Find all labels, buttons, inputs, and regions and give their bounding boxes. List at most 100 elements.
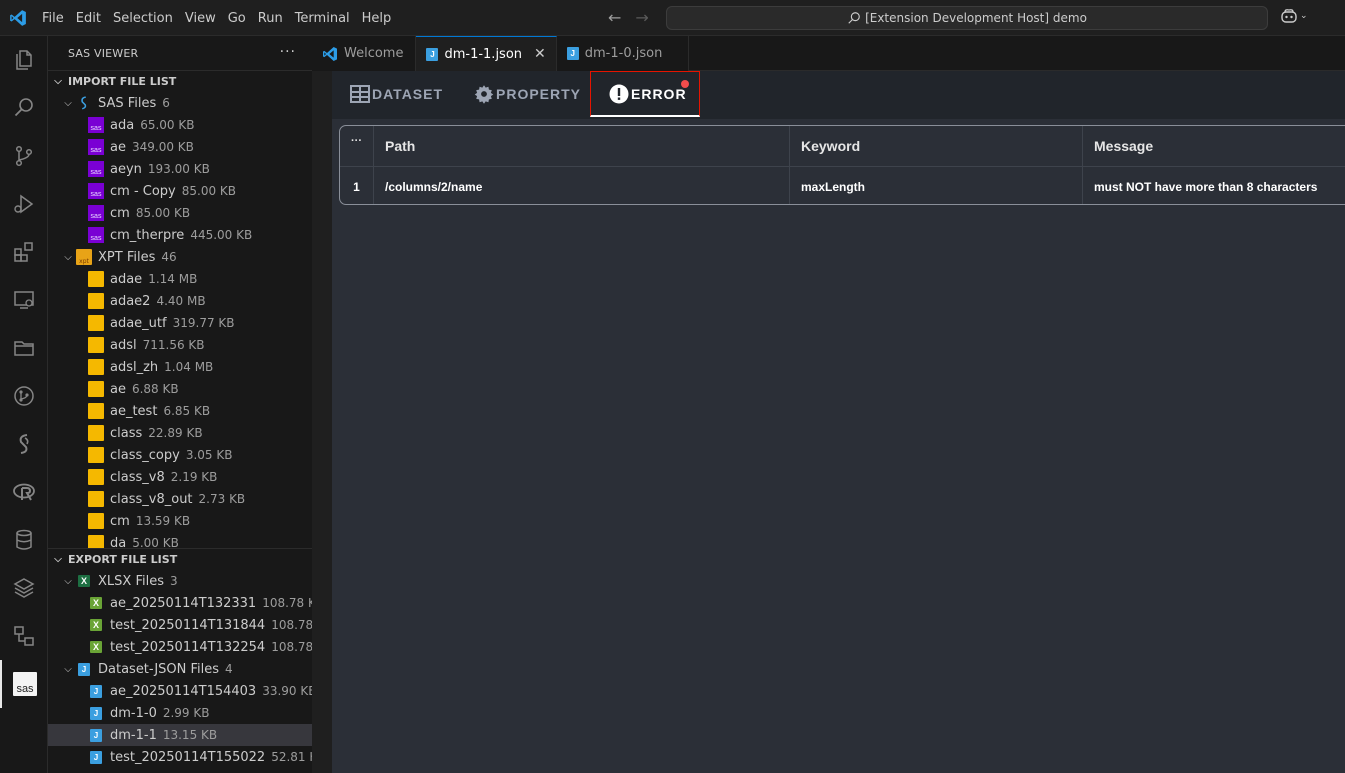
menu-view[interactable]: View: [179, 11, 222, 26]
xpt-file-icon: [88, 337, 104, 353]
workflow-icon[interactable]: [0, 612, 48, 660]
xpt-file-icon: [88, 359, 104, 375]
file-size: 13.15 KB: [162, 728, 218, 742]
file-name: class: [110, 425, 143, 441]
r-icon[interactable]: [0, 468, 48, 516]
file-item[interactable]: adsl_zh 1.04 MB: [48, 356, 312, 378]
tab-dm-1-0-json[interactable]: J dm-1-0.json: [556, 36, 690, 71]
xlsx-files-count: 3: [169, 574, 178, 588]
file-item[interactable]: Jtest_20250114T155022 52.81 KB: [48, 746, 312, 768]
sas-files-group[interactable]: ⌵ SAS Files 6: [48, 92, 312, 114]
close-icon[interactable]: ✕: [534, 46, 546, 62]
folder-icon[interactable]: [0, 324, 48, 372]
tab-dataset[interactable]: DATASET: [350, 71, 443, 117]
row-menu-button[interactable]: ···: [340, 126, 374, 166]
forward-arrow-icon[interactable]: →: [635, 8, 648, 27]
menu-run[interactable]: Run: [252, 11, 289, 26]
file-item[interactable]: class 22.89 KB: [48, 422, 312, 444]
tab-dm-1-1-json[interactable]: J dm-1-1.json ✕: [416, 36, 557, 71]
column-header-message[interactable]: Message: [1083, 126, 1345, 166]
file-size: 2.19 KB: [170, 470, 218, 484]
column-header-keyword[interactable]: Keyword: [790, 126, 1083, 166]
import-section-header[interactable]: ⌵ IMPORT FILE LIST: [48, 70, 312, 92]
sas-icon[interactable]: [0, 420, 48, 468]
tab-welcome[interactable]: Welcome: [312, 36, 417, 71]
xlsx-files-group[interactable]: ⌵ X XLSX Files 3: [48, 570, 312, 592]
error-table: ··· Path Keyword Message 1 /columns/2/na…: [339, 125, 1345, 205]
json-files-label: Dataset-JSON Files: [98, 661, 220, 677]
xpt-files-count: 46: [161, 250, 177, 264]
json-file-icon: J: [90, 684, 102, 698]
cell-message[interactable]: must NOT have more than 8 characters: [1083, 167, 1345, 204]
file-size: 108.78 KB: [262, 596, 312, 610]
file-item[interactable]: da 5.00 KB: [48, 532, 312, 548]
explorer-icon[interactable]: [0, 36, 48, 84]
file-size: 5.00 KB: [132, 536, 179, 548]
file-item[interactable]: cm 13.59 KB: [48, 510, 312, 532]
file-item[interactable]: adae 1.14 MB: [48, 268, 312, 290]
back-arrow-icon[interactable]: ←: [608, 8, 621, 27]
file-size: 6.85 KB: [163, 404, 211, 418]
run-debug-icon[interactable]: [0, 180, 48, 228]
search-icon[interactable]: [0, 84, 48, 132]
layers-icon[interactable]: [0, 564, 48, 612]
file-item[interactable]: sas ae 349.00 KB: [48, 136, 312, 158]
file-size: 85.00 KB: [135, 206, 191, 220]
file-item[interactable]: class_copy 3.05 KB: [48, 444, 312, 466]
tab-property[interactable]: PROPERTY: [474, 71, 581, 117]
sas-viewer-icon[interactable]: sas: [0, 660, 48, 708]
table-row[interactable]: 1 /columns/2/name maxLength must NOT hav…: [340, 167, 1345, 204]
database-icon[interactable]: [0, 516, 48, 564]
file-size: 349.00 KB: [131, 140, 194, 154]
file-item[interactable]: class_v8_out 2.73 KB: [48, 488, 312, 510]
menu-file[interactable]: File: [36, 11, 70, 26]
file-size: 33.90 KB: [262, 684, 312, 698]
file-item[interactable]: Xtest_20250114T131844 108.78 KB: [48, 614, 312, 636]
menu-edit[interactable]: Edit: [70, 11, 107, 26]
file-name: class_v8_out: [110, 491, 193, 507]
menu-help[interactable]: Help: [356, 11, 398, 26]
file-item[interactable]: adae2 4.40 MB: [48, 290, 312, 312]
sidebar-header: SAS VIEWER ···: [48, 36, 312, 70]
file-item[interactable]: Jdm-1-0 2.99 KB: [48, 702, 312, 724]
export-section-header[interactable]: ⌵ EXPORT FILE LIST: [48, 548, 312, 570]
file-size: 1.14 MB: [148, 272, 198, 286]
file-item[interactable]: sas cm_therpre 445.00 KB: [48, 224, 312, 246]
file-size: 193.00 KB: [147, 162, 210, 176]
json-files-group[interactable]: ⌵ J Dataset-JSON Files 4: [48, 658, 312, 680]
file-item[interactable]: Jdm-1-1 13.15 KB: [48, 724, 312, 746]
file-item[interactable]: sas aeyn 193.00 KB: [48, 158, 312, 180]
command-center[interactable]: [Extension Development Host] demo: [666, 6, 1268, 30]
file-item[interactable]: ae 6.88 KB: [48, 378, 312, 400]
column-header-path[interactable]: Path: [374, 126, 790, 166]
menu-go[interactable]: Go: [222, 11, 252, 26]
file-item[interactable]: Jae_20250114T154403 33.90 KB: [48, 680, 312, 702]
file-item[interactable]: sas ada 65.00 KB: [48, 114, 312, 136]
menu-terminal[interactable]: Terminal: [289, 11, 356, 26]
tab-error[interactable]: ERROR: [590, 71, 700, 117]
xpt-file-icon: [88, 469, 104, 485]
menu-selection[interactable]: Selection: [107, 11, 179, 26]
cell-keyword[interactable]: maxLength: [790, 167, 1083, 204]
sas-viewer-badge: sas: [13, 672, 37, 696]
git-graph-icon[interactable]: [0, 372, 48, 420]
file-name: adsl: [110, 337, 137, 353]
file-item[interactable]: adsl 711.56 KB: [48, 334, 312, 356]
file-item[interactable]: Xtest_20250114T132254 108.78 KB: [48, 636, 312, 658]
file-item[interactable]: sas cm - Copy 85.00 KB: [48, 180, 312, 202]
copilot-button[interactable]: ⌄: [1280, 8, 1308, 24]
xpt-files-group[interactable]: ⌵ xpt XPT Files 46: [48, 246, 312, 268]
file-item[interactable]: class_v8 2.19 KB: [48, 466, 312, 488]
source-control-icon[interactable]: [0, 132, 48, 180]
cell-path[interactable]: /columns/2/name: [374, 167, 790, 204]
file-item[interactable]: sas cm 85.00 KB: [48, 202, 312, 224]
file-item[interactable]: ae_test 6.85 KB: [48, 400, 312, 422]
more-actions-icon[interactable]: ···: [280, 44, 296, 60]
remote-explorer-icon[interactable]: [0, 276, 48, 324]
file-item[interactable]: Xae_20250114T132331 108.78 KB: [48, 592, 312, 614]
extensions-icon[interactable]: [0, 228, 48, 276]
file-name: ae: [110, 381, 126, 397]
file-item[interactable]: adae_utf 319.77 KB: [48, 312, 312, 334]
json-icon: J: [566, 47, 579, 60]
tab-dm-1-0-json-label: dm-1-0.json: [584, 46, 663, 61]
